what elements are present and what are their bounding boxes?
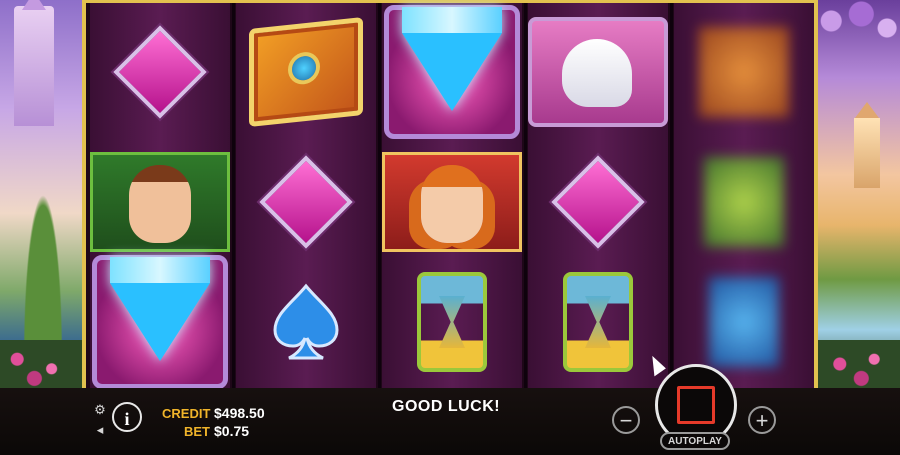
castle-left [14,0,54,126]
symbol-princess-portrait [382,141,522,263]
symbol-pink-diamond [528,141,668,263]
motion-blur-icon [699,27,789,117]
reel-grid[interactable] [82,0,818,389]
reel-4 [528,3,668,388]
big-diamond-icon [384,5,520,139]
wisteria [814,0,900,70]
big-diamond-icon [92,255,228,389]
pink-diamond-icon [113,25,207,119]
symbol-unicorn [528,11,668,133]
speaker-icon[interactable]: ◂ [92,422,108,438]
reel-2 [236,3,376,388]
reel-divider [232,3,235,388]
stop-square-icon [677,386,715,424]
motion-blur-icon [709,277,779,367]
reel-divider [670,3,673,388]
bet-label: BET [184,424,210,439]
background-left-scenery [0,0,86,388]
status-message: GOOD LUCK! [392,398,501,415]
gear-icon[interactable]: ⚙ [92,402,108,418]
hourglass-icon [563,272,633,372]
blue-spade-icon [273,283,339,360]
reel-divider [524,3,527,388]
symbol-spinning-blur [674,141,814,263]
background-right-scenery [814,0,900,388]
symbol-pink-diamond [90,11,230,133]
info-button[interactable]: i [112,402,142,432]
symbol-big-diamond [382,5,522,139]
bet-decrease-button[interactable]: − [612,406,640,434]
flowers-left [0,340,86,388]
symbol-prince-portrait [90,141,230,263]
symbol-spinning-blur [674,11,814,133]
unicorn-icon [528,17,668,127]
hourglass-icon [417,272,487,372]
pink-diamond-icon [551,155,645,249]
symbol-pink-diamond [236,141,376,263]
bet-increase-button[interactable]: + [748,406,776,434]
motion-blur-icon [704,157,784,247]
castle-right [854,102,880,188]
symbol-big-diamond [90,255,230,389]
credit-value: $498.50 [214,405,265,421]
reel-1 [90,3,230,389]
bet-value: $0.75 [214,423,250,439]
symbol-magic-book [236,11,376,133]
symbol-blue-spade [236,261,376,383]
symbol-hourglass [382,261,522,383]
reel-3 [382,3,522,388]
credit-label: CREDIT [162,406,211,421]
prince-portrait-icon [90,152,230,252]
pink-diamond-icon [259,155,353,249]
autoplay-button[interactable]: AUTOPLAY [660,432,730,450]
magic-book-icon [249,17,363,127]
reel-5-spinning [674,3,814,388]
princess-portrait-icon [382,152,522,252]
reel-divider [378,3,381,388]
flowers-right [814,340,900,388]
